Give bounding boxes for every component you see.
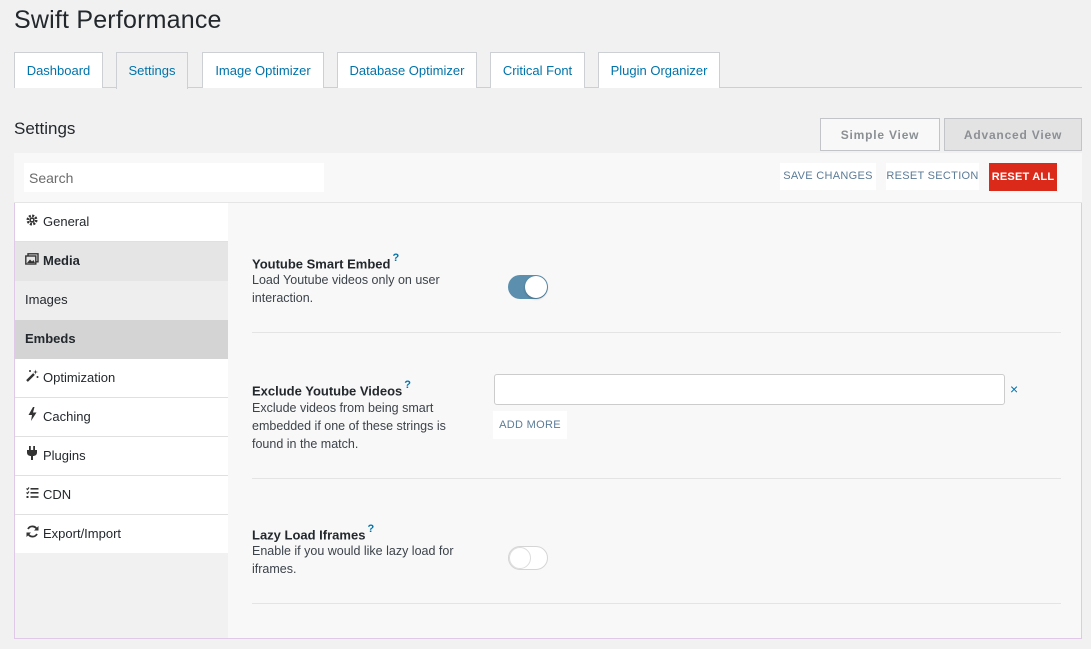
sidebar-item-cdn[interactable]: CDN <box>15 476 228 515</box>
app-title: Swift Performance <box>14 6 222 34</box>
sidebar-item-plugins[interactable]: Plugins <box>15 437 228 476</box>
toggle-knob <box>525 276 547 298</box>
reset-section-button[interactable]: RESET SECTION <box>886 163 979 190</box>
magic-wand-icon <box>25 359 39 397</box>
add-more-button[interactable]: ADD MORE <box>493 411 567 439</box>
refresh-icon <box>25 515 39 553</box>
tab-dashboard[interactable]: Dashboard <box>14 52 103 88</box>
tab-settings[interactable]: Settings <box>116 52 188 89</box>
sidebar-item-images[interactable]: Images <box>15 281 228 320</box>
divider <box>252 478 1061 479</box>
youtube-smart-embed-toggle[interactable] <box>508 275 548 299</box>
sidebar-item-general[interactable]: General <box>15 203 228 242</box>
divider <box>252 603 1061 604</box>
main-tabs: Dashboard Settings Image Optimizer Datab… <box>14 52 1082 89</box>
option-title-text: Youtube Smart Embed <box>252 256 391 272</box>
option-description-lazy-load-iframes: Enable if you would like lazy load for i… <box>252 544 454 576</box>
sidebar-item-label: Embeds <box>25 331 76 346</box>
tab-database-optimizer[interactable]: Database Optimizer <box>337 52 477 88</box>
help-icon[interactable]: ? <box>404 379 411 391</box>
gear-icon <box>25 203 39 241</box>
plug-icon <box>25 437 39 475</box>
simple-view-button[interactable]: Simple View <box>820 118 940 151</box>
advanced-view-button[interactable]: Advanced View <box>944 118 1082 151</box>
lazy-load-iframes-toggle[interactable] <box>508 546 548 570</box>
sidebar-item-caching[interactable]: Caching <box>15 398 228 437</box>
remove-field-icon[interactable]: × <box>1010 381 1018 397</box>
sidebar-item-label: CDN <box>43 487 72 502</box>
reset-all-button[interactable]: RESET ALL <box>989 163 1057 191</box>
sidebar-item-label: General <box>43 214 90 229</box>
settings-panel: General Media Images Embeds Optimization… <box>14 203 1082 639</box>
sidebar-empty-area <box>15 553 228 638</box>
sidebar-item-label: Optimization <box>43 370 116 385</box>
option-title-exclude-youtube-videos: Exclude Youtube Videos? <box>252 379 411 399</box>
lightning-icon <box>25 398 39 436</box>
sidebar-item-label: Plugins <box>43 448 86 463</box>
option-description-youtube-smart-embed: Load Youtube videos only on user interac… <box>252 273 440 305</box>
save-changes-button[interactable]: SAVE CHANGES <box>780 163 876 190</box>
sidebar-item-media[interactable]: Media <box>15 242 228 281</box>
sidebar-item-label: Caching <box>43 409 91 424</box>
settings-sidebar: General Media Images Embeds Optimization… <box>15 203 228 638</box>
tab-plugin-organizer[interactable]: Plugin Organizer <box>598 52 720 88</box>
tab-critical-font[interactable]: Critical Font <box>490 52 585 88</box>
list-icon <box>25 476 39 514</box>
option-description-exclude-youtube-videos: Exclude videos from being smart embedded… <box>252 401 446 451</box>
settings-toolbar: SAVE CHANGES RESET SECTION RESET ALL <box>14 153 1082 203</box>
option-title-lazy-load-iframes: Lazy Load Iframes? <box>252 523 374 543</box>
exclude-youtube-videos-input[interactable] <box>494 374 1005 405</box>
divider <box>252 332 1061 333</box>
sidebar-item-label: Export/Import <box>43 526 122 541</box>
sidebar-item-embeds[interactable]: Embeds <box>15 320 228 359</box>
sidebar-item-export-import[interactable]: Export/Import <box>15 515 228 554</box>
sidebar-item-optimization[interactable]: Optimization <box>15 359 228 398</box>
sidebar-item-label: Images <box>25 292 68 307</box>
help-icon[interactable]: ? <box>392 252 399 264</box>
tab-image-optimizer[interactable]: Image Optimizer <box>202 52 324 88</box>
section-title: Settings <box>14 119 76 138</box>
settings-content: Youtube Smart Embed? Load Youtube videos… <box>228 203 1081 638</box>
option-title-text: Lazy Load Iframes <box>252 527 366 543</box>
sidebar-item-label: Media <box>43 253 80 268</box>
option-title-youtube-smart-embed: Youtube Smart Embed? <box>252 252 399 272</box>
search-input[interactable] <box>24 163 324 192</box>
toggle-knob <box>509 547 531 569</box>
help-icon[interactable]: ? <box>367 523 374 535</box>
media-icon <box>25 242 39 280</box>
option-title-text: Exclude Youtube Videos <box>252 383 403 399</box>
